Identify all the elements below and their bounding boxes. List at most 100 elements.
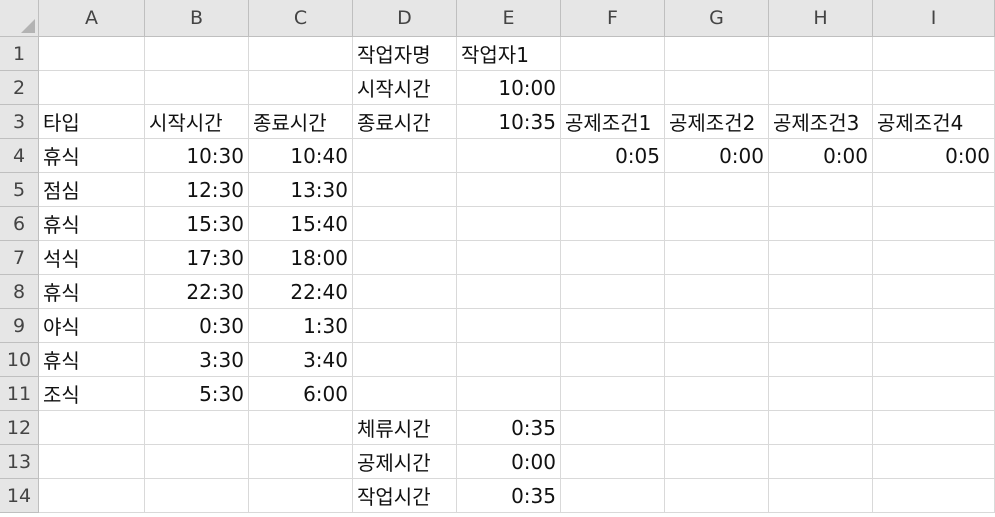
row-header-1[interactable]: 1 [0,37,39,71]
row-header-6[interactable]: 6 [0,207,39,241]
cell-a10[interactable]: 휴식 [39,343,145,377]
cell-d11[interactable] [353,377,457,411]
cell-i9[interactable] [873,309,995,343]
cell-c1[interactable] [249,37,353,71]
cell-h2[interactable] [769,71,873,105]
cell-h9[interactable] [769,309,873,343]
cell-a6[interactable]: 휴식 [39,207,145,241]
cell-f12[interactable] [561,411,665,445]
cell-g10[interactable] [665,343,769,377]
cell-d10[interactable] [353,343,457,377]
cell-d13[interactable]: 공제시간 [353,445,457,479]
cell-i13[interactable] [873,445,995,479]
cell-c5[interactable]: 13:30 [249,173,353,207]
cell-a9[interactable]: 야식 [39,309,145,343]
cell-b3[interactable]: 시작시간 [145,105,249,139]
cell-g4[interactable]: 0:00 [665,139,769,173]
cell-h3[interactable]: 공제조건3 [769,105,873,139]
column-header-g[interactable]: G [665,0,769,37]
cell-b12[interactable] [145,411,249,445]
cell-d7[interactable] [353,241,457,275]
cell-f10[interactable] [561,343,665,377]
cell-b5[interactable]: 12:30 [145,173,249,207]
cell-c14[interactable] [249,479,353,513]
cell-c8[interactable]: 22:40 [249,275,353,309]
cell-d8[interactable] [353,275,457,309]
cell-f7[interactable] [561,241,665,275]
cell-i6[interactable] [873,207,995,241]
cell-a2[interactable] [39,71,145,105]
cell-f3[interactable]: 공제조건1 [561,105,665,139]
cell-a12[interactable] [39,411,145,445]
cell-f13[interactable] [561,445,665,479]
cell-g12[interactable] [665,411,769,445]
cell-a11[interactable]: 조식 [39,377,145,411]
cell-g8[interactable] [665,275,769,309]
row-header-4[interactable]: 4 [0,139,39,173]
cell-e2[interactable]: 10:00 [457,71,561,105]
cell-h11[interactable] [769,377,873,411]
row-header-7[interactable]: 7 [0,241,39,275]
cell-i3[interactable]: 공제조건4 [873,105,995,139]
cell-h7[interactable] [769,241,873,275]
cell-d3[interactable]: 종료시간 [353,105,457,139]
cell-c4[interactable]: 10:40 [249,139,353,173]
cell-e13[interactable]: 0:00 [457,445,561,479]
cell-f9[interactable] [561,309,665,343]
cell-g13[interactable] [665,445,769,479]
cell-f4[interactable]: 0:05 [561,139,665,173]
cell-i11[interactable] [873,377,995,411]
cell-h6[interactable] [769,207,873,241]
cell-c10[interactable]: 3:40 [249,343,353,377]
cell-e8[interactable] [457,275,561,309]
cell-b4[interactable]: 10:30 [145,139,249,173]
cell-b11[interactable]: 5:30 [145,377,249,411]
cell-e9[interactable] [457,309,561,343]
cell-a5[interactable]: 점심 [39,173,145,207]
cell-f1[interactable] [561,37,665,71]
cell-a4[interactable]: 휴식 [39,139,145,173]
row-header-3[interactable]: 3 [0,105,39,139]
select-all-button[interactable] [0,0,39,37]
cell-h13[interactable] [769,445,873,479]
cell-i2[interactable] [873,71,995,105]
row-header-13[interactable]: 13 [0,445,39,479]
cell-h10[interactable] [769,343,873,377]
column-header-f[interactable]: F [561,0,665,37]
column-header-b[interactable]: B [145,0,249,37]
cell-f2[interactable] [561,71,665,105]
row-header-12[interactable]: 12 [0,411,39,445]
cell-h1[interactable] [769,37,873,71]
cell-f6[interactable] [561,207,665,241]
column-header-d[interactable]: D [353,0,457,37]
cell-d12[interactable]: 체류시간 [353,411,457,445]
cell-b6[interactable]: 15:30 [145,207,249,241]
cell-c2[interactable] [249,71,353,105]
cell-i14[interactable] [873,479,995,513]
cell-i12[interactable] [873,411,995,445]
row-header-8[interactable]: 8 [0,275,39,309]
cell-d2[interactable]: 시작시간 [353,71,457,105]
cell-g6[interactable] [665,207,769,241]
cell-d5[interactable] [353,173,457,207]
row-header-9[interactable]: 9 [0,309,39,343]
cell-d6[interactable] [353,207,457,241]
cell-e3[interactable]: 10:35 [457,105,561,139]
cell-h5[interactable] [769,173,873,207]
cell-a13[interactable] [39,445,145,479]
cell-i8[interactable] [873,275,995,309]
cell-e7[interactable] [457,241,561,275]
column-header-a[interactable]: A [39,0,145,37]
cell-b2[interactable] [145,71,249,105]
cell-b9[interactable]: 0:30 [145,309,249,343]
cell-e10[interactable] [457,343,561,377]
cell-i10[interactable] [873,343,995,377]
cell-c7[interactable]: 18:00 [249,241,353,275]
cell-h8[interactable] [769,275,873,309]
cell-a14[interactable] [39,479,145,513]
row-header-2[interactable]: 2 [0,71,39,105]
column-header-c[interactable]: C [249,0,353,37]
cell-g9[interactable] [665,309,769,343]
cell-b13[interactable] [145,445,249,479]
cell-i5[interactable] [873,173,995,207]
